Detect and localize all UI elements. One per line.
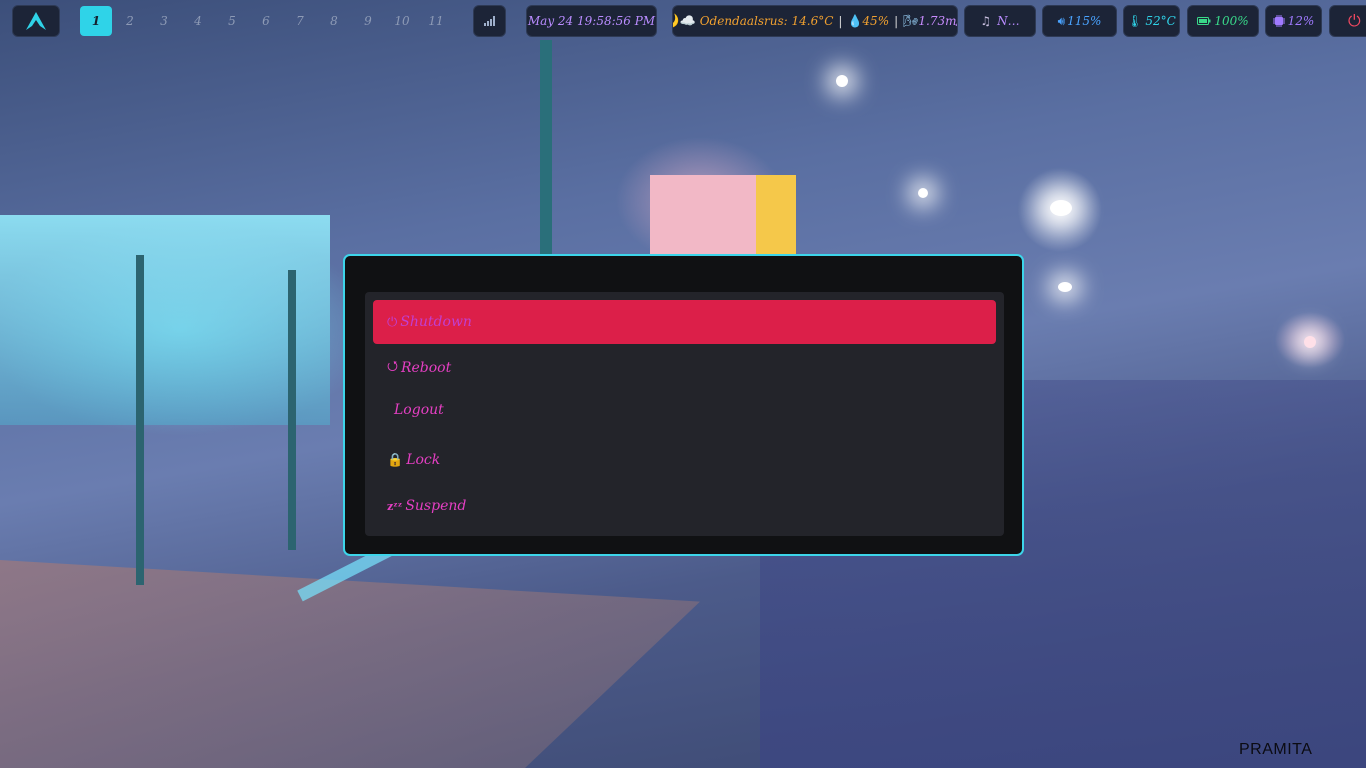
logout-option[interactable]: Logout — [373, 388, 996, 432]
workspace-9[interactable]: 9 — [352, 6, 384, 36]
network-button[interactable] — [473, 5, 506, 37]
lock-label: Lock — [406, 452, 441, 468]
speaker-icon: 🔊︎ — [1057, 13, 1066, 28]
cpu-widget[interactable]: 12% — [1265, 5, 1322, 37]
wallpaper-sign — [650, 175, 760, 260]
power-icon: ⏻ — [1348, 11, 1361, 30]
media-title: N… — [997, 14, 1020, 28]
battery-widget[interactable]: 100% — [1187, 5, 1259, 37]
power-button[interactable]: ⏻ — [1329, 5, 1366, 37]
wallpaper-signature: PRAMITA — [1239, 741, 1313, 758]
logout-label: Logout — [394, 402, 444, 418]
workspace-11[interactable]: 11 — [420, 6, 452, 36]
launcher-button[interactable] — [12, 5, 60, 37]
clock[interactable]: May 24 19:58:56 PM — [526, 5, 657, 37]
wallpaper-pole — [540, 40, 552, 270]
power-menu-list: ⏻ Shutdown ⭯ Reboot Logout 🔒 Lock zᶻᶻ Su… — [365, 292, 1004, 536]
wind-icon: 🌬 — [903, 14, 919, 28]
signal-bars-icon — [483, 16, 495, 26]
wallpaper-lamp — [918, 188, 928, 198]
wallpaper-floor — [0, 560, 700, 768]
top-bar: 1 2 3 4 5 6 7 8 9 10 11 May 24 19:58:56 … — [0, 0, 1366, 42]
temperature-value: 52°C — [1145, 14, 1176, 28]
weather-humidity: 45% — [862, 14, 890, 28]
music-note-icon: ♫ — [980, 14, 992, 28]
reboot-label: Reboot — [400, 360, 452, 376]
weather-location-temp: Odendaalsrus: 14.6°C — [699, 14, 834, 28]
workspace-6[interactable]: 6 — [250, 6, 282, 36]
power-icon: ⏻ — [387, 314, 398, 330]
workspace-2[interactable]: 2 — [114, 6, 146, 36]
battery-value: 100% — [1214, 14, 1249, 28]
lock-icon: 🔒 — [387, 452, 404, 468]
workspace-3[interactable]: 3 — [148, 6, 180, 36]
workspace-4[interactable]: 4 — [182, 6, 214, 36]
power-menu: ⏻ Shutdown ⭯ Reboot Logout 🔒 Lock zᶻᶻ Su… — [343, 254, 1024, 556]
reboot-icon: ⭯ — [387, 359, 398, 374]
workspace-8[interactable]: 8 — [318, 6, 350, 36]
battery-icon — [1197, 17, 1211, 25]
workspace-10[interactable]: 10 — [386, 6, 418, 36]
droplet-icon: 💧 — [847, 14, 863, 28]
wallpaper-lamp — [1050, 200, 1072, 216]
volume-value: 115% — [1067, 14, 1102, 28]
reboot-option[interactable]: ⭯ Reboot — [373, 346, 996, 390]
workspace-5[interactable]: 5 — [216, 6, 248, 36]
weather-icon: 🌙☁️ — [673, 13, 696, 29]
volume-widget[interactable]: 🔊︎ 115% — [1042, 5, 1117, 37]
workspace-1[interactable]: 1 — [80, 6, 112, 36]
wallpaper-glass-panel — [0, 215, 330, 425]
suspend-option[interactable]: zᶻᶻ Suspend — [373, 484, 996, 528]
media-widget[interactable]: ♫ N… — [964, 5, 1036, 37]
wallpaper-pole — [288, 270, 296, 550]
cpu-chip-icon — [1272, 15, 1285, 27]
clock-text: May 24 19:58:56 PM — [527, 14, 656, 28]
arch-logo-icon — [26, 12, 46, 30]
weather-wind: 1.73m/s — [918, 14, 957, 28]
wallpaper-lamp — [1304, 336, 1316, 348]
wallpaper-sign — [756, 175, 796, 260]
weather-widget[interactable]: 🌙☁️ Odendaalsrus: 14.6°C | 💧 45% | 🌬 1.7… — [672, 5, 958, 37]
wallpaper-lamp — [1058, 282, 1072, 292]
wallpaper-lamp — [836, 75, 848, 87]
shutdown-option[interactable]: ⏻ Shutdown — [373, 300, 996, 344]
wallpaper-pole — [136, 255, 144, 585]
shutdown-label: Shutdown — [400, 314, 472, 330]
workspace-7[interactable]: 7 — [284, 6, 316, 36]
sleep-icon: zᶻᶻ — [387, 499, 403, 513]
cpu-value: 12% — [1287, 14, 1315, 28]
suspend-label: Suspend — [405, 498, 467, 514]
lock-option[interactable]: 🔒 Lock — [373, 438, 996, 482]
temperature-widget[interactable]: 🌡︎ 52°C — [1123, 5, 1180, 37]
thermometer-icon: 🌡︎ — [1127, 14, 1143, 28]
weather-divider: | — [838, 14, 843, 28]
weather-divider: | — [894, 14, 899, 28]
